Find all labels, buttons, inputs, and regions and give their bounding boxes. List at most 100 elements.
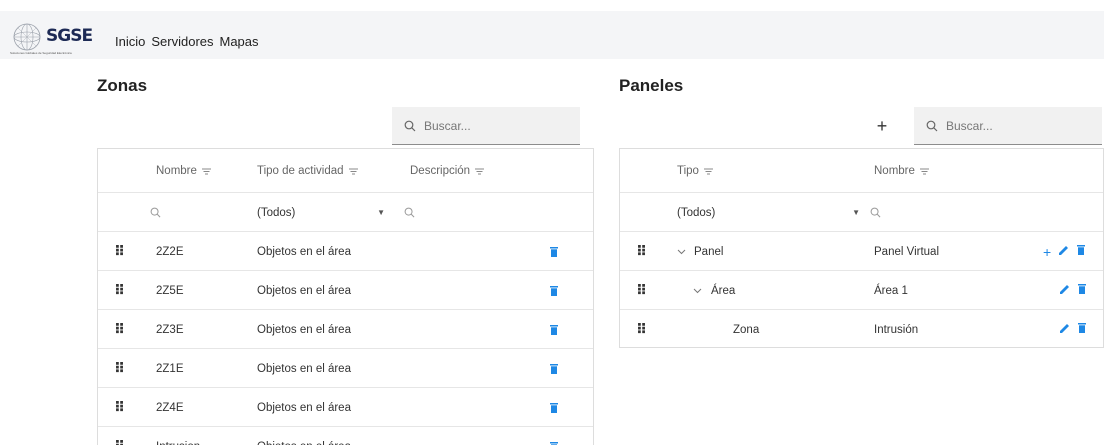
- drag-handle-icon[interactable]: ⠿: [114, 388, 125, 427]
- filter-select-value: (Todos): [677, 206, 716, 219]
- column-header-label: Nombre: [874, 165, 915, 177]
- delete-icon[interactable]: [1077, 245, 1086, 258]
- expand-chevron-icon[interactable]: [693, 271, 702, 310]
- main-menu: Inicio Servidores Mapas: [115, 34, 259, 49]
- drag-handle-icon[interactable]: ⠿: [114, 232, 125, 271]
- table-row[interactable]: ⠿ 2Z1E Objetos en el área: [98, 349, 593, 388]
- area-nombre: Área 1: [874, 284, 908, 297]
- drag-handle-icon[interactable]: ⠿: [114, 427, 125, 445]
- drag-handle-icon[interactable]: ⠿: [636, 271, 647, 310]
- nombre-filter-search-icon[interactable]: [870, 193, 881, 232]
- column-header-tipo-actividad[interactable]: Tipo de actividad: [257, 149, 358, 193]
- zona-nombre: 2Z2E: [156, 245, 184, 258]
- zona-tipo: Zona: [733, 323, 760, 336]
- column-header-nombre[interactable]: Nombre: [874, 149, 929, 193]
- zona-tipo: Objetos en el área: [257, 245, 351, 258]
- nombre-filter-search-icon[interactable]: [150, 193, 161, 232]
- drag-handle-icon[interactable]: ⠿: [114, 271, 125, 310]
- filter-icon[interactable]: [703, 168, 713, 175]
- paneles-header-row: Tipo Nombre: [620, 149, 1103, 193]
- filter-icon[interactable]: [919, 168, 929, 175]
- tree-row-zona[interactable]: ⠿ Zona Intrusión: [620, 310, 1103, 347]
- paneles-search-input[interactable]: Buscar...: [914, 107, 1102, 145]
- column-header-label: Tipo de actividad: [257, 165, 344, 177]
- zona-nombre: Intrusion: [156, 427, 200, 445]
- search-icon: [404, 120, 416, 131]
- zona-nombre: 2Z3E: [156, 323, 184, 336]
- add-child-icon[interactable]: +: [1043, 244, 1051, 260]
- zona-tipo: Objetos en el área: [257, 401, 351, 414]
- tipo-filter-select[interactable]: (Todos) ▼: [677, 193, 860, 232]
- zonas-header-row: Nombre Tipo de actividad Descripción: [98, 149, 593, 193]
- paneles-search-placeholder: Buscar...: [946, 118, 993, 133]
- filter-icon[interactable]: [201, 168, 211, 175]
- add-panel-button[interactable]: +: [870, 114, 894, 138]
- table-row[interactable]: ⠿ Intrusion Objetos en el área: [98, 427, 593, 445]
- tipo-actividad-filter-select[interactable]: (Todos) ▼: [257, 193, 385, 232]
- zona-tipo: Objetos en el área: [257, 427, 351, 445]
- drag-handle-icon[interactable]: ⠿: [114, 349, 125, 388]
- sgse-logo[interactable]: SGSE Soluciones Globales de Seguridad El…: [10, 22, 100, 58]
- top-navigation-bar: SGSE Soluciones Globales de Seguridad El…: [0, 11, 1104, 59]
- filter-icon[interactable]: [348, 168, 358, 175]
- dropdown-arrow-icon: ▼: [852, 208, 860, 217]
- drag-handle-icon[interactable]: ⠿: [636, 310, 647, 347]
- nav-item-servidores[interactable]: Servidores: [151, 34, 213, 49]
- zona-tipo: Objetos en el área: [257, 323, 351, 336]
- delete-icon[interactable]: [550, 271, 558, 310]
- edit-icon[interactable]: [1059, 245, 1069, 258]
- row-actions: +: [1043, 232, 1086, 271]
- table-row[interactable]: ⠿ 2Z3E Objetos en el área: [98, 310, 593, 349]
- table-row[interactable]: ⠿ 2Z4E Objetos en el área: [98, 388, 593, 427]
- brand-subtitle: Soluciones Globales de Seguridad Electró…: [10, 51, 72, 55]
- paneles-tree-grid: Tipo Nombre (Todos) ▼ ⠿ Panel Panel Virt…: [619, 148, 1104, 348]
- zona-nombre: 2Z1E: [156, 362, 184, 375]
- delete-icon[interactable]: [1078, 323, 1086, 336]
- delete-icon[interactable]: [550, 232, 558, 271]
- zonas-filter-row: (Todos) ▼: [98, 193, 593, 232]
- table-row[interactable]: ⠿ 2Z2E Objetos en el área: [98, 232, 593, 271]
- zonas-search-placeholder: Buscar...: [424, 118, 471, 133]
- expand-chevron-icon[interactable]: [677, 232, 686, 271]
- row-actions: [1060, 310, 1086, 347]
- column-header-label: Tipo: [677, 165, 699, 177]
- filter-icon[interactable]: [475, 168, 485, 175]
- drag-handle-icon[interactable]: ⠿: [114, 310, 125, 349]
- brand-name: SGSE: [46, 26, 93, 46]
- dropdown-arrow-icon: ▼: [377, 208, 385, 217]
- column-header-descripcion[interactable]: Descripción: [410, 149, 485, 193]
- edit-icon[interactable]: [1060, 284, 1070, 297]
- column-header-label: Descripción: [410, 165, 471, 177]
- drag-handle-icon[interactable]: ⠿: [636, 232, 647, 271]
- delete-icon[interactable]: [550, 427, 558, 445]
- delete-icon[interactable]: [550, 310, 558, 349]
- paneles-title: Paneles: [619, 76, 684, 95]
- zona-nombre: 2Z4E: [156, 401, 184, 414]
- descripcion-filter-search-icon[interactable]: [404, 193, 415, 232]
- row-actions: [1060, 271, 1086, 310]
- edit-icon[interactable]: [1060, 323, 1070, 336]
- delete-icon[interactable]: [550, 388, 558, 427]
- zonas-title: Zonas: [97, 76, 148, 95]
- zona-tipo: Objetos en el área: [257, 284, 351, 297]
- column-header-tipo[interactable]: Tipo: [677, 149, 713, 193]
- tree-row-panel[interactable]: ⠿ Panel Panel Virtual +: [620, 232, 1103, 271]
- zonas-search-input[interactable]: Buscar...: [392, 107, 580, 145]
- panel-nombre: Panel Virtual: [874, 245, 939, 258]
- zonas-grid: Nombre Tipo de actividad Descripción (To…: [97, 148, 594, 445]
- delete-icon[interactable]: [550, 349, 558, 388]
- zona-nombre: Intrusión: [874, 323, 919, 336]
- zona-nombre: 2Z5E: [156, 284, 184, 297]
- delete-icon[interactable]: [1078, 284, 1086, 297]
- zona-tipo: Objetos en el área: [257, 362, 351, 375]
- nav-item-inicio[interactable]: Inicio: [115, 34, 145, 49]
- paneles-filter-row: (Todos) ▼: [620, 193, 1103, 232]
- area-tipo: Área: [711, 284, 736, 297]
- search-icon: [926, 120, 938, 131]
- column-header-nombre[interactable]: Nombre: [156, 149, 211, 193]
- column-header-label: Nombre: [156, 165, 197, 177]
- table-row[interactable]: ⠿ 2Z5E Objetos en el área: [98, 271, 593, 310]
- nav-item-mapas[interactable]: Mapas: [220, 34, 259, 49]
- filter-select-value: (Todos): [257, 206, 296, 219]
- tree-row-area[interactable]: ⠿ Área Área 1: [620, 271, 1103, 310]
